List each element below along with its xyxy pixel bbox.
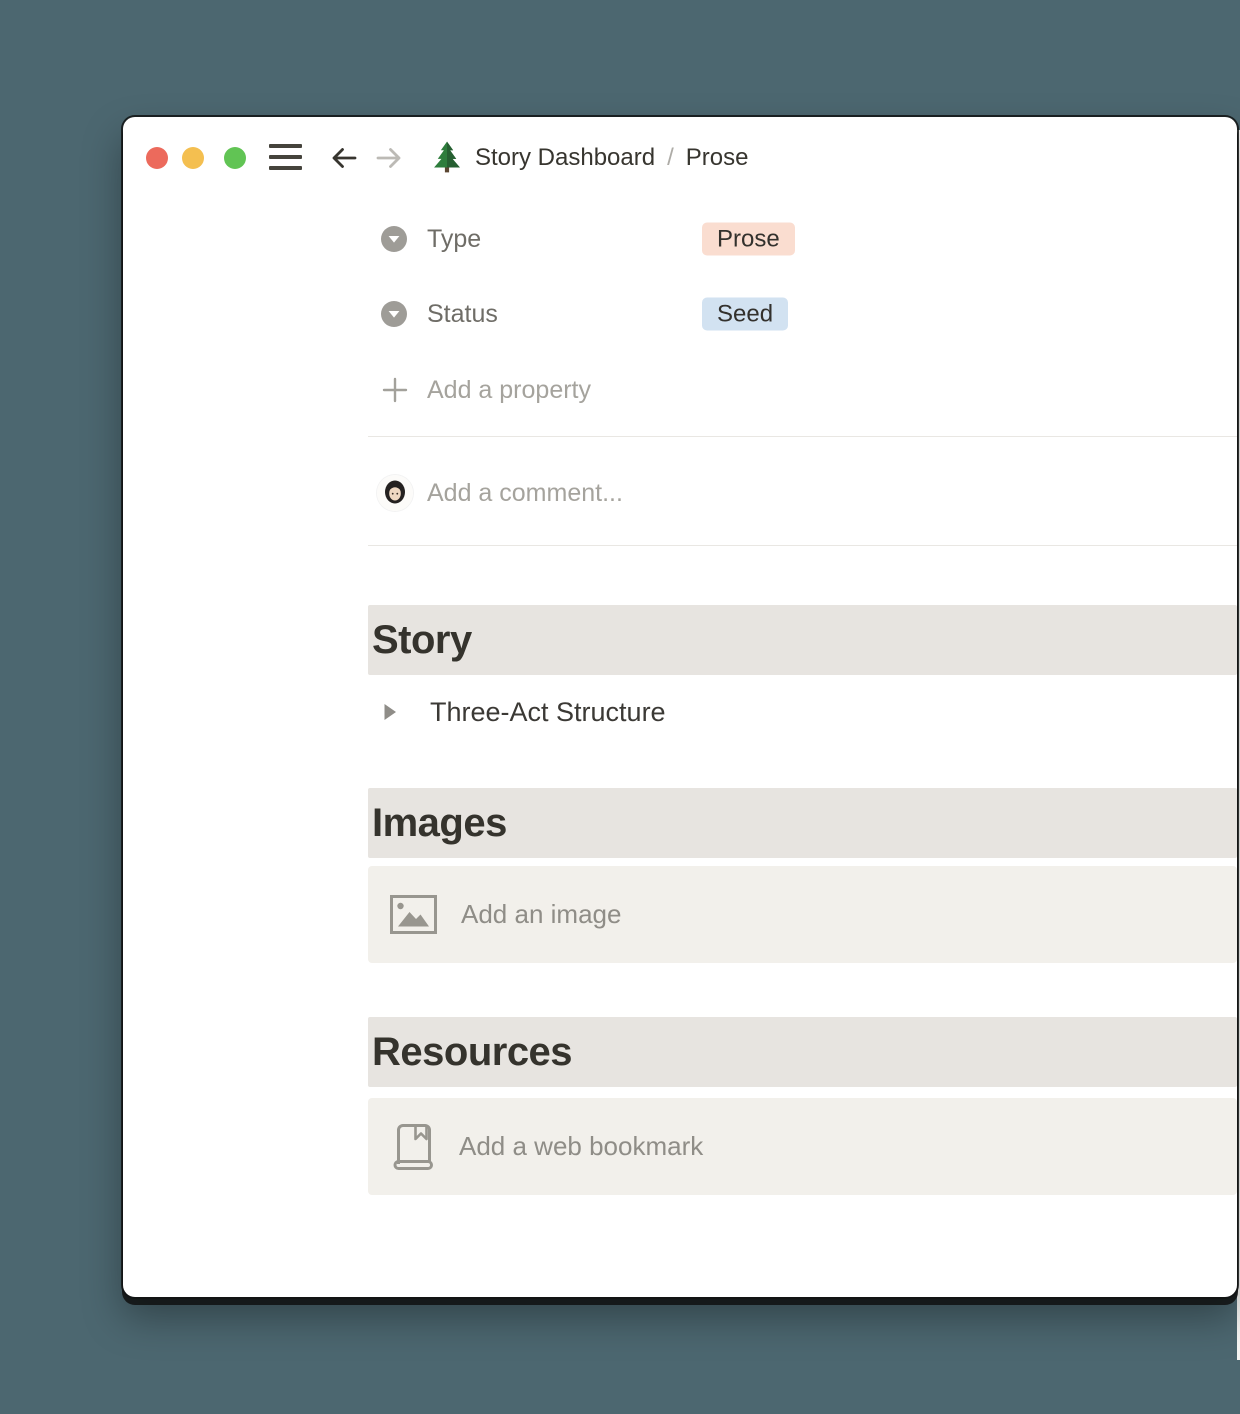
story-heading-text: Story xyxy=(372,617,472,662)
add-image-placeholder[interactable]: Add an image xyxy=(368,866,1237,963)
plus-icon xyxy=(382,377,408,403)
add-comment-input[interactable]: Add a comment... xyxy=(427,479,623,508)
section-heading-images: Images xyxy=(368,788,1237,858)
sidebar-menu-icon[interactable] xyxy=(269,144,302,171)
comment-row: Add a comment... xyxy=(368,457,1237,529)
add-image-label: Add an image xyxy=(461,899,622,929)
back-arrow-icon[interactable] xyxy=(326,141,360,175)
property-value-badge-seed[interactable]: Seed xyxy=(702,297,789,331)
add-property-button[interactable]: Add a property xyxy=(368,372,1237,408)
images-heading-text: Images xyxy=(372,800,507,845)
select-property-icon[interactable] xyxy=(381,226,407,252)
resources-heading-text: Resources xyxy=(372,1029,573,1074)
image-icon xyxy=(390,895,437,934)
book-bookmark-icon xyxy=(393,1123,433,1170)
property-row-type: Type Prose xyxy=(368,221,1237,257)
notion-window: Story Dashboard / Prose Type Prose Statu… xyxy=(123,117,1237,1297)
property-value-badge-prose[interactable]: Prose xyxy=(702,222,795,256)
page-content: Type Prose Status Seed Add a property Ad… xyxy=(368,117,1237,1297)
toggle-label[interactable]: Three-Act Structure xyxy=(430,697,666,728)
select-property-icon[interactable] xyxy=(381,301,407,327)
section-heading-story: Story xyxy=(368,605,1237,675)
user-avatar xyxy=(377,475,413,511)
section-heading-resources: Resources xyxy=(368,1017,1237,1087)
add-property-label: Add a property xyxy=(427,375,591,404)
property-row-status: Status Seed xyxy=(368,296,1237,332)
divider xyxy=(368,436,1237,437)
add-web-bookmark-label: Add a web bookmark xyxy=(459,1131,704,1161)
add-web-bookmark-placeholder[interactable]: Add a web bookmark xyxy=(368,1098,1237,1195)
zoom-window-button[interactable] xyxy=(224,147,246,169)
triangle-right-icon[interactable] xyxy=(383,703,397,721)
property-name-type[interactable]: Type xyxy=(427,225,481,254)
divider xyxy=(368,545,1237,546)
toggle-block-three-act-structure[interactable]: Three-Act Structure xyxy=(368,693,1237,731)
property-name-status[interactable]: Status xyxy=(427,300,498,329)
close-window-button[interactable] xyxy=(146,147,168,169)
minimize-window-button[interactable] xyxy=(182,147,204,169)
